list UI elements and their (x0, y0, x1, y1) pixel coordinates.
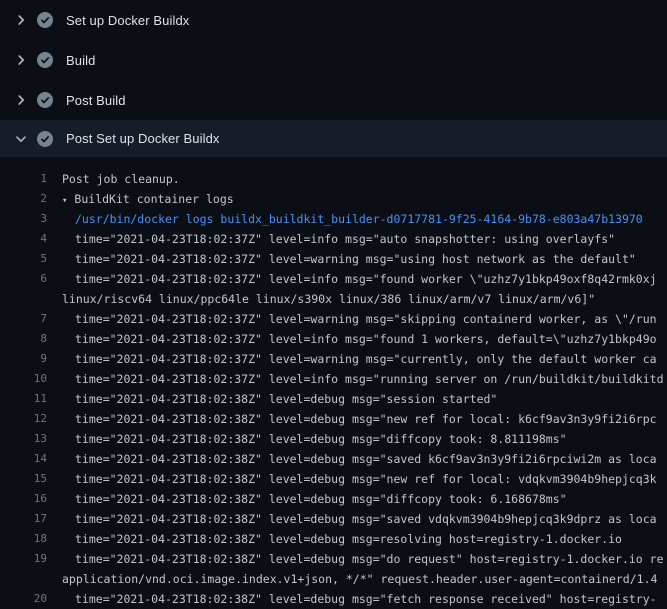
step-header-post-build[interactable]: Post Build (0, 80, 667, 120)
log-line-number[interactable]: 12 (0, 409, 47, 429)
log-line-number (0, 289, 47, 309)
log-line: 1 ▾Post job cleanup. (0, 169, 667, 189)
log-line: 14 ▾time="2021-04-23T18:02:38Z" level=de… (0, 449, 667, 469)
log-line-number[interactable]: 14 (0, 449, 47, 469)
log-line-number[interactable]: 16 (0, 489, 47, 509)
log-text: time="2021-04-23T18:02:37Z" level=warnin… (75, 252, 636, 266)
log-line: 10 ▾time="2021-04-23T18:02:37Z" level=in… (0, 369, 667, 389)
step-header-set-up-docker-buildx[interactable]: Set up Docker Buildx (0, 0, 667, 40)
log-viewer: 1 ▾Post job cleanup. 2 ▾ BuildKit contain… (0, 157, 667, 609)
check-circle-icon (37, 92, 53, 108)
step-title: Set up Docker Buildx (66, 13, 189, 28)
log-line-number[interactable]: 19 (0, 549, 47, 569)
step-header-post-set-up-docker-buildx[interactable]: Post Set up Docker Buildx (0, 120, 667, 157)
log-line: 6 ▾time="2021-04-23T18:02:37Z" level=inf… (0, 269, 667, 289)
log-text: time="2021-04-23T18:02:38Z" level=debug … (75, 452, 657, 466)
log-line: 12 ▾time="2021-04-23T18:02:38Z" level=de… (0, 409, 667, 429)
log-line-number[interactable]: 4 (0, 229, 47, 249)
log-line: 17 ▾time="2021-04-23T18:02:38Z" level=de… (0, 509, 667, 529)
log-text: time="2021-04-23T18:02:38Z" level=debug … (75, 512, 657, 526)
log-line-number[interactable]: 8 (0, 329, 47, 349)
log-text: application/vnd.oci.image.index.v1+json,… (62, 572, 657, 586)
log-line: 20 ▾time="2021-04-23T18:02:38Z" level=de… (0, 589, 667, 609)
log-text: time="2021-04-23T18:02:38Z" level=debug … (75, 532, 622, 546)
log-text: linux/riscv64 linux/ppc64le linux/s390x … (62, 292, 595, 306)
check-circle-icon (37, 52, 53, 68)
log-line-number[interactable]: 1 (0, 169, 47, 189)
log-line: ▾linux/riscv64 linux/ppc64le linux/s390x… (0, 289, 667, 309)
log-line: 13 ▾time="2021-04-23T18:02:38Z" level=de… (0, 429, 667, 449)
log-text: time="2021-04-23T18:02:38Z" level=debug … (75, 432, 567, 446)
log-line-number[interactable]: 15 (0, 469, 47, 489)
steps-list: Set up Docker Buildx Build Post Build (0, 0, 667, 157)
log-line-number[interactable]: 6 (0, 269, 47, 289)
log-text: time="2021-04-23T18:02:37Z" level=info m… (75, 232, 615, 246)
log-line: 19 ▾time="2021-04-23T18:02:38Z" level=de… (0, 549, 667, 569)
log-line: 3 ▾/usr/bin/docker logs buildx_buildkit_… (0, 209, 667, 229)
log-text: time="2021-04-23T18:02:38Z" level=debug … (75, 392, 497, 406)
log-text: time="2021-04-23T18:02:37Z" level=info m… (75, 332, 657, 346)
log-text: Post job cleanup. (62, 172, 180, 186)
check-circle-icon (37, 131, 53, 147)
log-line-number[interactable]: 10 (0, 369, 47, 389)
log-line: 4 ▾time="2021-04-23T18:02:37Z" level=inf… (0, 229, 667, 249)
check-circle-icon (37, 12, 53, 28)
chevron-down-icon (13, 131, 29, 147)
log-command-text: /usr/bin/docker logs buildx_buildkit_bui… (75, 212, 643, 226)
step-header-build[interactable]: Build (0, 40, 667, 80)
log-line: 11 ▾time="2021-04-23T18:02:38Z" level=de… (0, 389, 667, 409)
chevron-right-icon (13, 52, 29, 68)
log-text: time="2021-04-23T18:02:38Z" level=debug … (75, 412, 657, 426)
step-title: Build (66, 53, 95, 68)
log-line: 5 ▾time="2021-04-23T18:02:37Z" level=war… (0, 249, 667, 269)
log-line-number[interactable]: 7 (0, 309, 47, 329)
log-line-number (0, 569, 47, 589)
log-line-number[interactable]: 20 (0, 589, 47, 609)
log-group-label[interactable]: BuildKit container logs (74, 192, 233, 206)
log-line: 18 ▾time="2021-04-23T18:02:38Z" level=de… (0, 529, 667, 549)
log-text: time="2021-04-23T18:02:38Z" level=debug … (75, 472, 657, 486)
log-line: 2 ▾ BuildKit container logs (0, 189, 667, 209)
step-title: Post Set up Docker Buildx (66, 131, 220, 146)
log-text: time="2021-04-23T18:02:38Z" level=debug … (75, 552, 664, 566)
log-text: time="2021-04-23T18:02:38Z" level=debug … (75, 592, 657, 606)
log-line: 7 ▾time="2021-04-23T18:02:37Z" level=war… (0, 309, 667, 329)
log-line: 8 ▾time="2021-04-23T18:02:37Z" level=inf… (0, 329, 667, 349)
log-line: 15 ▾time="2021-04-23T18:02:38Z" level=de… (0, 469, 667, 489)
log-line-number[interactable]: 2 (0, 189, 47, 209)
log-line: ▾application/vnd.oci.image.index.v1+json… (0, 569, 667, 589)
log-text: time="2021-04-23T18:02:37Z" level=warnin… (75, 312, 657, 326)
log-text: time="2021-04-23T18:02:37Z" level=info m… (75, 272, 657, 286)
log-line-number[interactable]: 3 (0, 209, 47, 229)
log-line: 9 ▾time="2021-04-23T18:02:37Z" level=war… (0, 349, 667, 369)
chevron-right-icon (13, 92, 29, 108)
log-text: time="2021-04-23T18:02:37Z" level=warnin… (75, 352, 657, 366)
log-line-number[interactable]: 13 (0, 429, 47, 449)
log-line: 16 ▾time="2021-04-23T18:02:38Z" level=de… (0, 489, 667, 509)
log-line-number[interactable]: 18 (0, 529, 47, 549)
log-line-number[interactable]: 17 (0, 509, 47, 529)
log-line-number[interactable]: 5 (0, 249, 47, 269)
log-line-number[interactable]: 11 (0, 389, 47, 409)
chevron-right-icon (13, 12, 29, 28)
triangle-down-icon: ▾ (62, 196, 67, 206)
log-text: time="2021-04-23T18:02:38Z" level=debug … (75, 492, 567, 506)
step-title: Post Build (66, 93, 126, 108)
log-text: time="2021-04-23T18:02:37Z" level=info m… (75, 372, 664, 386)
log-line-number[interactable]: 9 (0, 349, 47, 369)
